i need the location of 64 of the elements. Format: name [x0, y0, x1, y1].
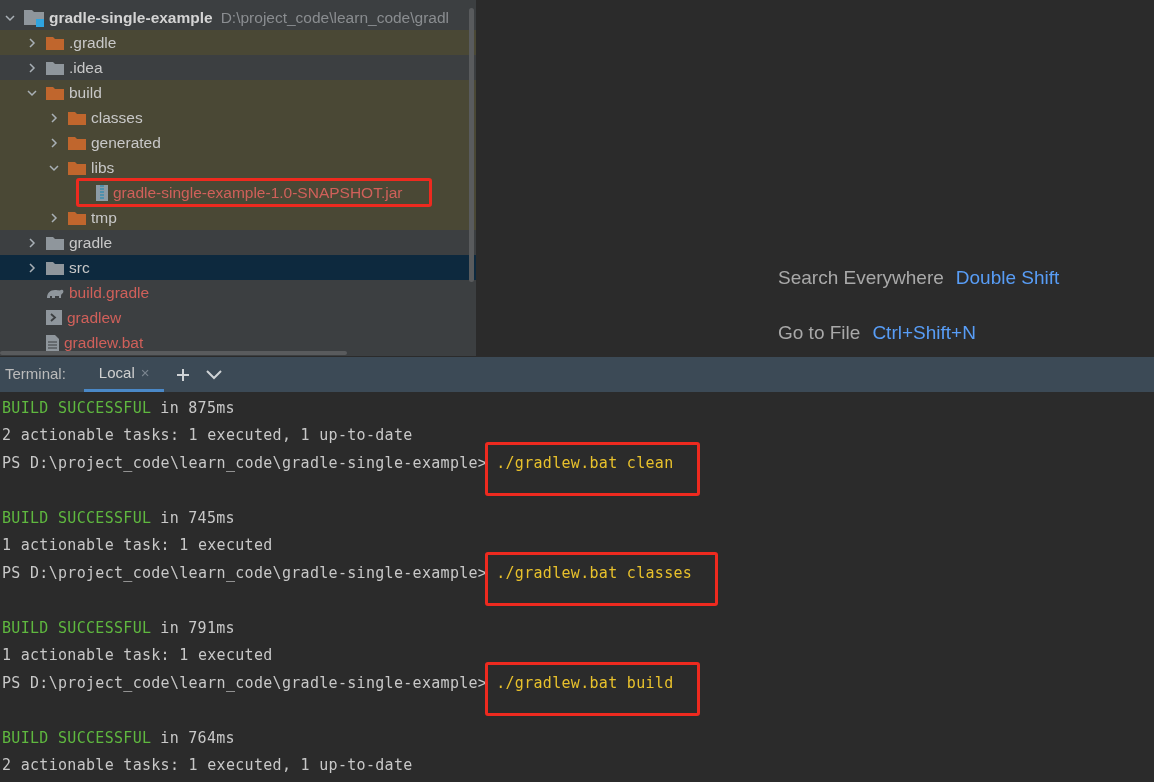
folder-icon [46, 260, 64, 275]
output-line: 2 actionable tasks: 1 executed, 1 up-to-date [2, 425, 413, 446]
chevron-right-icon[interactable] [26, 61, 38, 74]
folder-icon [68, 135, 86, 150]
project-path: D:\project_code\learn_code\gradl [220, 7, 449, 28]
folder-icon [46, 235, 64, 250]
tree-item-label[interactable]: build [69, 80, 102, 105]
shell-command: ./gradlew.bat clean [496, 452, 674, 474]
hint-label: Go to File [778, 320, 861, 345]
build-status: BUILD SUCCESSFUL [2, 727, 152, 749]
excluded-row[interactable]: classes [0, 105, 476, 130]
build-time: in 745ms [160, 507, 235, 529]
build-status: BUILD SUCCESSFUL [2, 397, 152, 419]
folder-icon [68, 110, 86, 125]
chevron-right-icon[interactable] [26, 236, 38, 249]
tree-item-label[interactable]: src [69, 255, 90, 280]
excluded-row[interactable]: libs [0, 155, 476, 180]
shell-prompt: PS D:\project_code\learn_code\gradle-single-example> [2, 452, 488, 474]
folder-icon [68, 160, 86, 175]
hint-label: Search Everywhere [778, 266, 944, 290]
shortcut-text: Ctrl+Shift+N [872, 320, 976, 345]
selected-row[interactable]: src [0, 255, 476, 280]
output-line: 2 actionable tasks: 1 executed, 1 up-to-date [2, 755, 413, 776]
plus-icon[interactable] [176, 367, 191, 382]
tree-item-label[interactable]: tmp [91, 205, 117, 230]
chevron-right-icon[interactable] [48, 111, 60, 124]
shortcut-text: Double Shift [955, 266, 1060, 290]
tree-item-label[interactable]: classes [91, 105, 143, 130]
excluded-row[interactable]: generated [0, 130, 476, 155]
shell-command: ./gradlew.bat classes [496, 562, 693, 584]
output-line: 1 actionable task: 1 executed [2, 535, 273, 556]
build-status: BUILD SUCCESSFUL [2, 617, 152, 639]
chevron-right-icon[interactable] [26, 261, 38, 274]
build-time: in 764ms [160, 727, 235, 749]
project-folder-icon [24, 8, 46, 27]
tree-item-label[interactable]: generated [91, 130, 161, 155]
terminal-icon [46, 310, 62, 325]
chevron-right-icon[interactable] [26, 36, 38, 49]
shell-prompt: PS D:\project_code\learn_code\gradle-single-example> [2, 672, 488, 694]
project-name[interactable]: gradle-single-example [49, 5, 213, 30]
tree-item-label[interactable]: .gradle [69, 30, 117, 55]
chevron-down-icon[interactable] [206, 369, 223, 380]
build-time: in 875ms [160, 397, 235, 419]
excluded-row[interactable]: tmp [0, 205, 476, 230]
chevron-right-icon[interactable] [48, 211, 60, 224]
terminal-title: Terminal: [4, 364, 67, 385]
shell-prompt: PS D:\project_code\learn_code\gradle-single-example> [2, 562, 488, 584]
folder-icon [46, 85, 64, 100]
tree-item-label[interactable]: gradle [69, 230, 113, 255]
excluded-row[interactable]: build [0, 80, 476, 105]
build-time: in 791ms [160, 617, 235, 639]
build-status: BUILD SUCCESSFUL [2, 507, 152, 529]
tree-item-label[interactable]: libs [91, 155, 115, 180]
tree-item-label[interactable]: .idea [69, 55, 103, 80]
folder-icon [46, 60, 64, 75]
folder-icon [46, 35, 64, 50]
archive-icon [96, 184, 108, 201]
shell-command: ./gradlew.bat build [496, 672, 674, 694]
chevron-right-icon[interactable] [48, 136, 60, 149]
excluded-row[interactable]: .gradle [0, 30, 476, 55]
vertical-scrollbar[interactable] [469, 8, 474, 282]
folder-icon [68, 210, 86, 225]
document-icon [46, 334, 59, 351]
output-line: 1 actionable task: 1 executed [2, 645, 273, 666]
